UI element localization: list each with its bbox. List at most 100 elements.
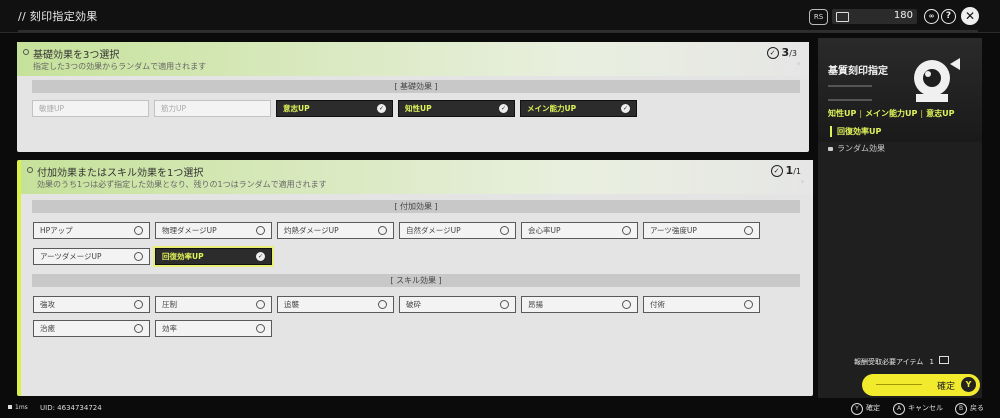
close-button[interactable]: ✕: [961, 7, 979, 25]
help-icon[interactable]: ?: [941, 9, 956, 24]
grip-dots-icon: ⁘: [795, 61, 801, 68]
additional-effects-title: 付加効果またはスキル効果を1つ選択: [37, 168, 204, 179]
hint-label: 確定: [866, 404, 880, 412]
grip-dots-icon: ⁘: [799, 179, 805, 186]
radio-icon: [744, 300, 753, 309]
option-nature-dmg-up[interactable]: 自然ダメージUP: [399, 222, 516, 239]
hint-cancel[interactable]: A キャンセル: [893, 403, 943, 415]
bullet-icon: [27, 167, 33, 173]
radio-icon: [378, 300, 387, 309]
skill-effects-group-label: [ スキル効果 ]: [32, 274, 800, 287]
option-label: アーツダメージUP: [40, 252, 102, 261]
option-skill-efficiency[interactable]: 効率: [155, 320, 272, 337]
check-circle-icon: ✓: [770, 165, 783, 177]
required-item-count: 1: [929, 358, 935, 366]
radio-icon: [622, 300, 631, 309]
option-skill-assault[interactable]: 強攻: [33, 296, 150, 313]
radio-icon: [134, 324, 143, 333]
base-effects-title: 基礎効果を3つ選択: [33, 50, 120, 61]
summary-sidebar: 基質刻印指定 知性UP | メイン能力UP | 意志UP 回復効率UP ランダム効果 報…: [818, 38, 982, 398]
option-agility[interactable]: 敏捷UP: [32, 100, 149, 117]
option-label: 筋力UP: [161, 104, 187, 113]
option-label: 会心率UP: [528, 226, 561, 235]
ticket-icon: [939, 356, 950, 364]
option-main-attribute[interactable]: メイン能力UP ✓: [520, 100, 637, 117]
latency-indicator: 1ms: [8, 404, 28, 411]
lock-icon: [828, 147, 833, 151]
count-total: /1: [793, 167, 801, 176]
base-effects-subtitle: 指定した3つの効果からランダムで適用されます: [33, 62, 207, 71]
required-item-row: 報酬受取必要アイテム 1: [854, 356, 950, 367]
radio-icon: [378, 226, 387, 235]
option-label: 圧制: [162, 300, 177, 309]
bullet-icon: [23, 49, 29, 55]
sidebar-title: 基質刻印指定: [828, 66, 888, 77]
option-label: 敏捷UP: [39, 104, 65, 113]
option-will[interactable]: 意志UP ✓: [276, 100, 393, 117]
option-label: 物理ダメージUP: [162, 226, 217, 235]
a-button-icon: A: [893, 403, 905, 415]
check-icon: ✓: [377, 104, 386, 113]
latency-value: 1ms: [15, 404, 28, 411]
option-label: 付術: [650, 300, 665, 309]
currency-value: 180: [893, 10, 913, 21]
page-title: // 刻印指定効果: [18, 10, 98, 23]
tag-recovery-efficiency: 回復効率UP: [830, 126, 881, 137]
hint-confirm[interactable]: Y 確定: [851, 403, 880, 415]
option-label: 知性UP: [405, 104, 432, 113]
option-heat-dmg-up[interactable]: 灼熱ダメージUP: [277, 222, 394, 239]
radio-icon: [500, 226, 509, 235]
option-recovery-efficiency-up[interactable]: 回復効率UP ✓: [153, 246, 274, 267]
required-item-label: 報酬受取必要アイテム: [854, 358, 924, 366]
option-skill-enchant[interactable]: 付術: [643, 296, 760, 313]
check-circle-icon: ✓: [766, 47, 779, 59]
rs-button-icon[interactable]: RS: [809, 9, 828, 25]
additional-effects-group-label: [ 付加効果 ]: [32, 200, 800, 213]
option-strength[interactable]: 筋力UP: [154, 100, 271, 117]
currency-counter: 180: [832, 9, 917, 24]
hint-label: キャンセル: [908, 404, 943, 412]
confirm-button[interactable]: 確定 Y: [862, 374, 980, 396]
radio-icon: [134, 226, 143, 235]
option-skill-heal[interactable]: 治癒: [33, 320, 150, 337]
engraving-emblem-icon: [914, 58, 960, 102]
option-skill-pursuit[interactable]: 追襲: [277, 296, 394, 313]
base-effects-count: ✓ 3/3: [766, 46, 797, 59]
option-label: 治癒: [40, 324, 55, 333]
option-label: 昂揚: [528, 300, 543, 309]
base-effects-group-label: [ 基礎効果 ]: [32, 80, 800, 93]
check-icon: ✓: [256, 252, 265, 261]
option-arts-dmg-up[interactable]: アーツダメージUP: [33, 248, 150, 265]
check-icon: ✓: [621, 104, 630, 113]
option-intellect[interactable]: 知性UP ✓: [398, 100, 515, 117]
option-physical-dmg-up[interactable]: 物理ダメージUP: [155, 222, 272, 239]
option-hp-up[interactable]: HPアップ: [33, 222, 150, 239]
option-label: メイン能力UP: [527, 104, 577, 113]
option-label: 効率: [162, 324, 177, 333]
option-label: 強攻: [40, 300, 55, 309]
link-icon[interactable]: ∞: [924, 9, 939, 24]
option-skill-inspire[interactable]: 昂揚: [521, 296, 638, 313]
radio-icon: [134, 252, 143, 261]
option-skill-suppress[interactable]: 圧制: [155, 296, 272, 313]
hint-back[interactable]: B 戻る: [955, 403, 984, 415]
y-button-icon: Y: [961, 377, 976, 392]
tag-intellect: 知性UP: [828, 109, 857, 118]
confirm-decor-line: [876, 384, 922, 385]
base-effects-panel: 基礎効果を3つ選択 指定した3つの効果からランダムで適用されます ✓ 3/3 ⁘ …: [17, 42, 809, 152]
radio-icon: [622, 226, 631, 235]
option-arts-intensity-up[interactable]: アーツ強度UP: [643, 222, 760, 239]
sidebar-selected-tags: 知性UP | メイン能力UP | 意志UP: [828, 109, 955, 118]
option-crit-rate-up[interactable]: 会心率UP: [521, 222, 638, 239]
additional-skill-effects-panel: 付加効果またはスキル効果を1つ選択 効果のうち1つは必ず指定した効果となり、残り…: [17, 160, 813, 396]
option-label: 灼熱ダメージUP: [284, 226, 339, 235]
radio-icon: [256, 324, 265, 333]
b-button-icon: B: [955, 403, 967, 415]
sidebar-header: 基質刻印指定 知性UP | メイン能力UP | 意志UP 回復効率UP: [818, 38, 982, 142]
radio-icon: [256, 226, 265, 235]
check-icon: ✓: [499, 104, 508, 113]
option-skill-crush[interactable]: 破砕: [399, 296, 516, 313]
option-label: 回復効率UP: [162, 252, 204, 261]
decor-bars: [828, 85, 872, 101]
radio-icon: [500, 300, 509, 309]
